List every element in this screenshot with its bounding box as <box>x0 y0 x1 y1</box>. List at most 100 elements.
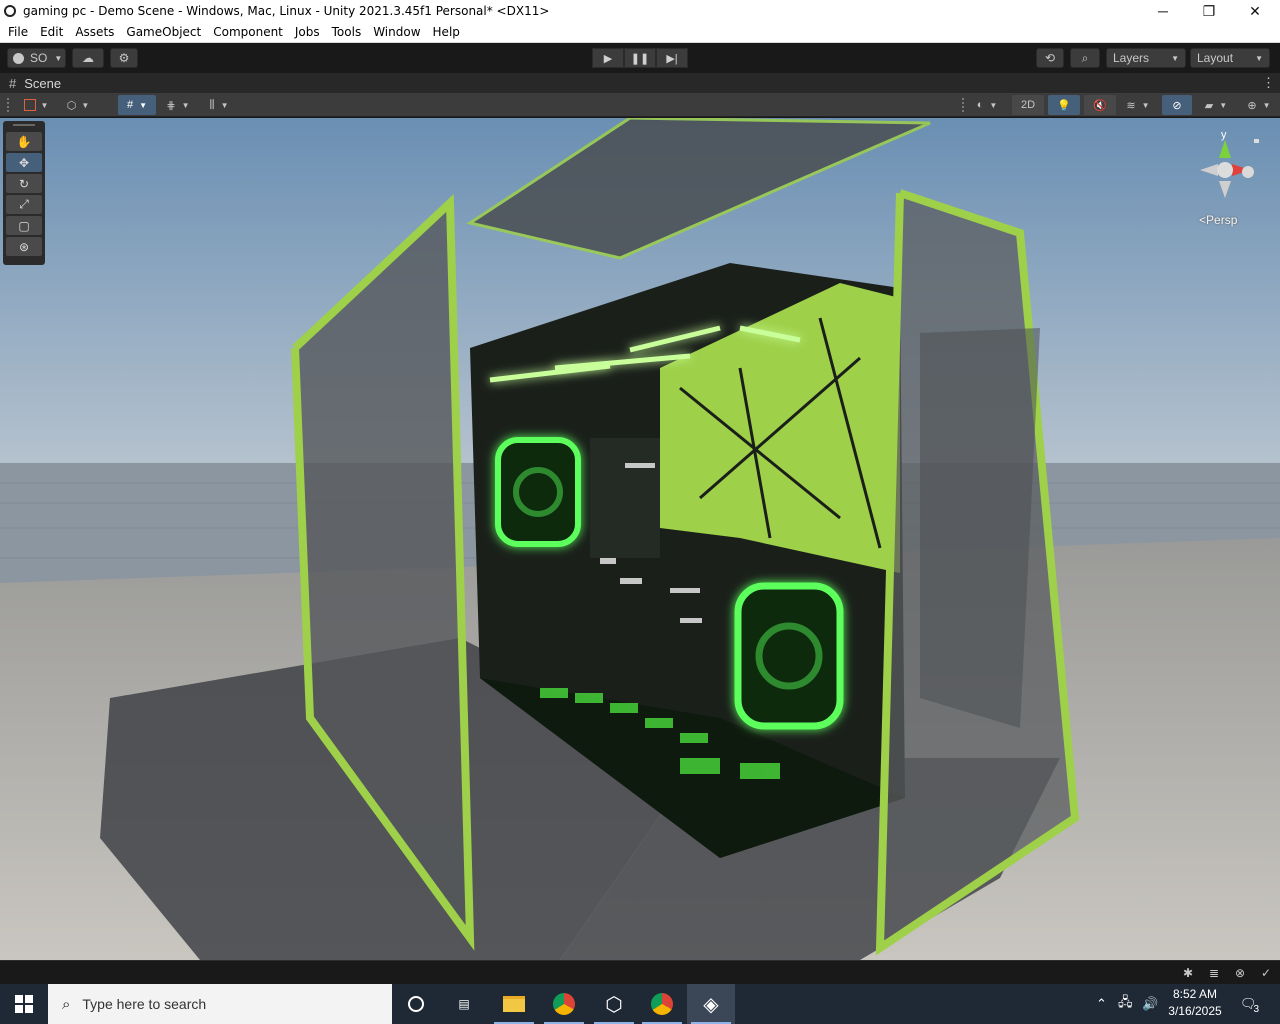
menu-gameobject[interactable]: GameObject <box>120 25 207 39</box>
menu-help[interactable]: Help <box>427 25 466 39</box>
chevron-down-icon: ▼ <box>1171 53 1179 63</box>
render-mode-dropdown[interactable]: ⬡ ▼ <box>60 95 96 115</box>
shading-mode-dropdown[interactable]: ◐ ▼ <box>968 95 1006 115</box>
layers-dropdown[interactable]: Layers ▼ <box>1106 48 1186 68</box>
menu-file[interactable]: File <box>0 25 34 39</box>
check-icon[interactable]: ✓ <box>1258 965 1274 981</box>
scene-viewport[interactable] <box>0 118 1280 960</box>
speaker-icon: 🔇 <box>1093 99 1107 112</box>
start-button[interactable] <box>0 984 48 1024</box>
more-options-icon[interactable]: ⋮ <box>1262 75 1275 91</box>
layout-dropdown[interactable]: Layout ▼ <box>1190 48 1270 68</box>
2d-label: 2D <box>1020 99 1036 111</box>
search-icon: ⌕ <box>1081 50 1089 65</box>
collab-button[interactable]: ⚙ <box>110 48 138 68</box>
grid-visibility-dropdown[interactable]: ⋕ ▼ <box>160 95 196 115</box>
camera-projection-label[interactable]: <Persp <box>1199 213 1237 227</box>
move-tool-button[interactable]: ✥ <box>6 153 42 172</box>
action-center-button[interactable]: 🗨 3 <box>1240 984 1259 1024</box>
history-icon: ⟲ <box>1044 51 1056 65</box>
snap-increment-dropdown[interactable]: ⫼ ▼ <box>200 95 238 115</box>
show-hidden-icons[interactable]: ⌃ <box>1096 984 1107 1024</box>
tab-scene[interactable]: # Scene <box>0 76 61 91</box>
effects-dropdown[interactable]: ≋ ▼ <box>1118 95 1158 115</box>
sphere-icon: ◐ <box>976 99 984 111</box>
close-button[interactable]: ✕ <box>1232 0 1278 22</box>
chrome-app-1[interactable] <box>540 984 588 1024</box>
move-icon: ✥ <box>18 155 30 170</box>
chevron-down-icon: ▼ <box>181 100 190 110</box>
gizmos-dropdown[interactable]: ⊕ ▼ <box>1240 95 1278 115</box>
unity-editor-app[interactable]: ◈ <box>687 984 735 1024</box>
step-button[interactable]: ▶| <box>656 48 688 68</box>
play-button[interactable]: ▶ <box>592 48 624 68</box>
search-placeholder: Type here to search <box>82 996 207 1012</box>
audio-toggle[interactable]: 🔇 <box>1084 95 1116 115</box>
pause-button[interactable]: ❚❚ <box>624 48 656 68</box>
tab-scene-label: Scene <box>24 75 62 91</box>
undo-history-button[interactable]: ⟲ <box>1036 48 1064 68</box>
auto-generate-icon[interactable]: ⊗ <box>1232 965 1248 981</box>
search-button[interactable]: ⌕ <box>1070 48 1100 68</box>
chrome-app-2[interactable] <box>638 984 686 1024</box>
camera-dropdown[interactable]: ▰ ▼ <box>1196 95 1236 115</box>
hand-tool-button[interactable]: ✋ <box>6 132 42 151</box>
rect-icon: ▢ <box>18 218 30 233</box>
transform-tool-button[interactable]: ⊛ <box>6 237 42 256</box>
scene-grid-icon: # <box>9 75 17 91</box>
chevron-down-icon: ▼ <box>81 100 90 110</box>
menu-component[interactable]: Component <box>207 25 289 39</box>
cortana-icon <box>408 996 424 1012</box>
taskbar-search[interactable]: ⌕ Type here to search <box>48 984 392 1024</box>
network-icon: 🖧 <box>1118 994 1133 1009</box>
tool-palette: ✋ ✥ ↻ ⤢ ▢ ⊛ <box>3 121 45 265</box>
2d-toggle[interactable]: 2D <box>1012 95 1044 115</box>
menu-assets[interactable]: Assets <box>69 25 120 39</box>
draw-mode-dropdown[interactable]: ▼ <box>18 95 54 115</box>
menu-window[interactable]: Window <box>367 25 426 39</box>
account-dropdown[interactable]: SO ▼ <box>7 48 66 68</box>
menu-tools[interactable]: Tools <box>326 25 368 39</box>
clock-time: 8:52 AM <box>1172 987 1218 1001</box>
bug-icon[interactable]: ✱ <box>1180 965 1196 981</box>
toolbar-grip-icon <box>962 98 964 112</box>
unity-logo-icon <box>4 5 16 17</box>
network-status[interactable]: 🖧 <box>1118 984 1133 1024</box>
maximize-button[interactable]: ❐ <box>1186 0 1232 22</box>
chevron-up-icon: ⌃ <box>1096 996 1107 1011</box>
scene-visibility-toggle[interactable]: ⊘ <box>1162 95 1192 115</box>
task-view-button[interactable]: ▤ <box>440 984 488 1024</box>
rotate-tool-button[interactable]: ↻ <box>6 174 42 193</box>
rgb-fan-top <box>495 437 581 547</box>
hand-icon: ✋ <box>16 134 32 149</box>
unity-hub-icon: ⬡ <box>605 993 623 1016</box>
gear-icon: ⚙ <box>118 51 130 65</box>
lighting-toggle[interactable]: 💡 <box>1048 95 1080 115</box>
menu-edit[interactable]: Edit <box>34 25 69 39</box>
unity-icon: ◈ <box>703 993 719 1016</box>
persp-text: Persp <box>1206 213 1238 227</box>
folder-icon <box>503 996 525 1012</box>
chevron-down-icon: ▼ <box>1262 100 1271 110</box>
scale-tool-button[interactable]: ⤢ <box>6 195 42 214</box>
effects-icon: ≋ <box>1126 99 1136 112</box>
scene-toolbar: ▼ ⬡ ▼ # ▼ ⋕ ▼ ⫼ ▼ ◐ ▼ 2D 💡 🔇 ≋ ▼ ⊘ ▰ ▼ ⊕… <box>0 93 1280 117</box>
rect-tool-button[interactable]: ▢ <box>6 216 42 235</box>
gizmo-y-label: y <box>1221 129 1227 141</box>
unity-hub-app[interactable]: ⬡ <box>590 984 638 1024</box>
grid-snap-toggle[interactable]: # ▼ <box>118 95 156 115</box>
volume-control[interactable]: 🔊 <box>1142 984 1158 1024</box>
scale-icon: ⤢ <box>19 197 29 211</box>
gizmo-globe-icon: ⊕ <box>1247 99 1257 112</box>
cache-icon[interactable]: ≣ <box>1206 965 1222 981</box>
chrome-icon <box>651 993 673 1015</box>
minimize-button[interactable]: ─ <box>1140 0 1186 22</box>
chevron-down-icon: ▼ <box>1255 53 1263 63</box>
cortana-button[interactable] <box>392 984 440 1024</box>
taskbar-clock[interactable]: 8:52 AM 3/16/2025 <box>1160 986 1230 1020</box>
file-explorer-app[interactable] <box>490 984 538 1024</box>
window-title: gaming pc - Demo Scene - Windows, Mac, L… <box>23 4 550 18</box>
menu-jobs[interactable]: Jobs <box>289 25 326 39</box>
cloud-button[interactable]: ☁ <box>72 48 104 68</box>
layout-label: Layout <box>1197 51 1234 65</box>
